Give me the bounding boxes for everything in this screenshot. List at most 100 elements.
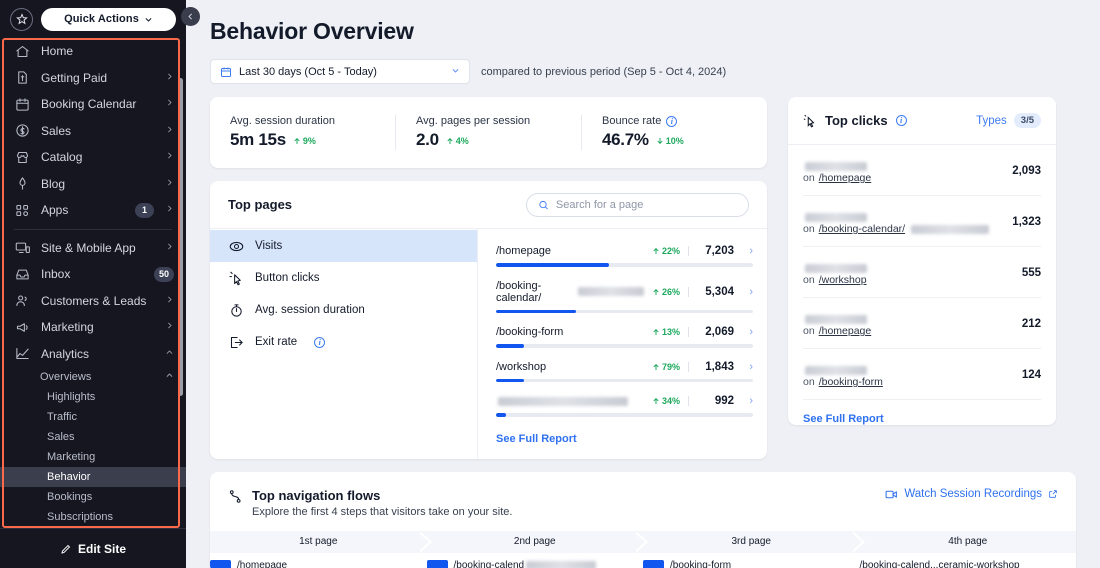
nav-flows-bars: /homepage/booking-calend/booking-form/bo… xyxy=(210,553,1076,568)
page-delta-text: 13% xyxy=(662,327,680,337)
list-item[interactable]: on/booking-form124 xyxy=(803,349,1041,400)
sidebar-item-site-mobile-app[interactable]: Site & Mobile App xyxy=(0,235,186,262)
pen-icon xyxy=(15,176,30,191)
sidebar-item-bookings[interactable]: Bookings xyxy=(0,487,186,507)
tab-button-clicks[interactable]: Button clicks xyxy=(210,262,477,294)
on-prefix: on xyxy=(803,376,815,388)
chart-line-icon xyxy=(15,346,30,361)
tab-visits[interactable]: Visits xyxy=(210,230,477,262)
sidebar-analytics-items: HighlightsTrafficSales Marketing BehaviorB… xyxy=(0,387,186,527)
info-icon[interactable]: i xyxy=(314,337,325,348)
dollar-circle-icon xyxy=(15,123,30,138)
redacted-text xyxy=(805,213,867,222)
quick-actions-label: Quick Actions xyxy=(64,13,139,25)
top-clicks-list: on/homepage2,093on/booking-calendar/1,32… xyxy=(788,145,1056,425)
sidebar-item-marketing[interactable]: Marketing xyxy=(0,314,186,341)
sidebar-item-inbox[interactable]: Inbox50 xyxy=(0,261,186,288)
sidebar-item-traffic[interactable]: Traffic xyxy=(0,407,186,427)
info-icon[interactable]: i xyxy=(666,116,677,127)
page-progress-fill xyxy=(496,310,576,314)
page-row-top: /booking-calendar/26%5,304› xyxy=(496,280,753,304)
page-progress-fill xyxy=(496,413,506,417)
sidebar-item-sales[interactable]: Sales xyxy=(0,427,186,447)
page-delta-text: 79% xyxy=(662,362,680,372)
sidebar-subitem-label: Marketing xyxy=(47,451,95,463)
kpi-value: 2.0 xyxy=(416,130,439,150)
sidebar-item-catalog[interactable]: Catalog xyxy=(0,144,186,171)
page-value: 1,843 xyxy=(697,361,734,373)
top-clicks-see-full-report[interactable]: See Full Report xyxy=(803,400,1041,425)
sidebar-item-label: Apps xyxy=(41,203,124,217)
top-clicks-header: Top clicks i Types 3/5 xyxy=(788,97,1056,145)
chevron-right-icon[interactable]: › xyxy=(742,361,753,373)
sidebar-item-behavior[interactable]: Behavior xyxy=(0,467,186,487)
sidebar-item-booking-calendar[interactable]: Booking Calendar xyxy=(0,91,186,118)
top-clicks-types[interactable]: Types 3/5 xyxy=(976,113,1041,128)
flow-bar-column[interactable]: /booking-calend...ceramic-workshop xyxy=(860,559,1077,568)
sidebar-item-customers-leads[interactable]: Customers & Leads xyxy=(0,288,186,315)
home-icon xyxy=(15,44,30,59)
click-page-link[interactable]: /homepage xyxy=(819,172,872,184)
sidebar-item-apps[interactable]: Apps1 xyxy=(0,197,186,224)
table-row[interactable]: /booking-form13%2,069› xyxy=(496,326,753,348)
table-row[interactable]: /workshop79%1,843› xyxy=(496,361,753,383)
chevron-right-icon[interactable]: › xyxy=(742,286,753,298)
list-item[interactable]: on/homepage2,093 xyxy=(803,145,1041,196)
main-content: Behavior Overview Last 30 days (Oct 5 - … xyxy=(186,0,1100,568)
click-info: on/booking-form xyxy=(803,362,1022,388)
tab-exit-rate[interactable]: Exit ratei xyxy=(210,326,477,358)
nav-flows-title-group: Top navigation flows Explore the first 4… xyxy=(228,488,512,518)
sidebar-item-label: Inbox xyxy=(41,267,143,281)
edit-site-button[interactable]: Edit Site xyxy=(0,528,186,568)
list-item[interactable]: on/homepage212 xyxy=(803,298,1041,349)
page-search-box[interactable] xyxy=(526,193,749,217)
click-page-link[interactable]: /booking-form xyxy=(819,376,883,388)
sidebar-item-getting-paid[interactable]: Getting Paid xyxy=(0,65,186,92)
tab-avg-session-duration[interactable]: Avg. session duration xyxy=(210,294,477,326)
chevron-right-icon xyxy=(165,321,174,333)
click-page-link[interactable]: /homepage xyxy=(819,325,872,337)
top-pages-see-full-report[interactable]: See Full Report xyxy=(496,430,753,459)
monitor-icon xyxy=(15,240,30,255)
sidebar-section-overviews[interactable]: Overviews xyxy=(0,367,186,387)
click-page-link[interactable]: /workshop xyxy=(819,274,867,286)
info-icon[interactable]: i xyxy=(896,115,907,126)
table-row[interactable]: /homepage22%7,203› xyxy=(496,245,753,267)
sidebar-item-home[interactable]: Home xyxy=(0,38,186,65)
arrow-up-icon xyxy=(293,137,301,145)
sidebar-item-label: Analytics xyxy=(41,347,154,361)
sidebar-collapse-button[interactable] xyxy=(181,7,200,26)
flow-bar-column[interactable]: /booking-form xyxy=(643,559,860,568)
flow-bar-column[interactable]: /booking-calend xyxy=(427,559,644,568)
sidebar-item-label: Booking Calendar xyxy=(41,97,154,111)
sidebar-item-blog[interactable]: Blog xyxy=(0,171,186,198)
sidebar-item-highlights[interactable]: Highlights xyxy=(0,387,186,407)
table-row[interactable]: /booking-calendar/26%5,304› xyxy=(496,280,753,314)
quick-actions-button[interactable]: Quick Actions xyxy=(41,8,176,31)
flow-step-header: 3rd page xyxy=(643,531,860,553)
chevron-right-icon[interactable]: › xyxy=(742,326,753,338)
click-page-link[interactable]: /booking-calendar/ xyxy=(819,223,905,235)
sidebar-item-subscriptions[interactable]: Subscriptions xyxy=(0,507,186,527)
sidebar-item-analytics[interactable]: Analytics xyxy=(0,341,186,368)
list-item[interactable]: on/workshop555 xyxy=(803,247,1041,298)
flow-icon xyxy=(228,489,243,504)
flow-bar-column[interactable]: /homepage xyxy=(210,559,427,568)
search-input[interactable] xyxy=(556,199,737,211)
redacted-text xyxy=(805,162,867,171)
table-row[interactable]: 34%992› xyxy=(496,395,753,417)
watch-session-recordings-link[interactable]: Watch Session Recordings xyxy=(885,488,1058,501)
pen-icon xyxy=(15,176,30,191)
inbox-icon xyxy=(15,267,30,282)
chevron-right-icon[interactable]: › xyxy=(742,395,753,407)
eye-icon xyxy=(229,239,244,254)
types-count-badge: 3/5 xyxy=(1014,113,1041,128)
list-item[interactable]: on/booking-calendar/1,323 xyxy=(803,196,1041,247)
sidebar-item-marketing[interactable]: Marketing xyxy=(0,447,186,467)
sidebar-nav-secondary: Site & Mobile AppInbox50Customers & Lead… xyxy=(0,235,186,368)
sidebar-item-sales[interactable]: Sales xyxy=(0,118,186,145)
chevron-right-icon[interactable]: › xyxy=(742,245,753,257)
date-range-select[interactable]: Last 30 days (Oct 5 - Today) xyxy=(210,59,470,84)
step-arrow-icon xyxy=(420,531,434,553)
star-icon[interactable] xyxy=(10,8,33,31)
